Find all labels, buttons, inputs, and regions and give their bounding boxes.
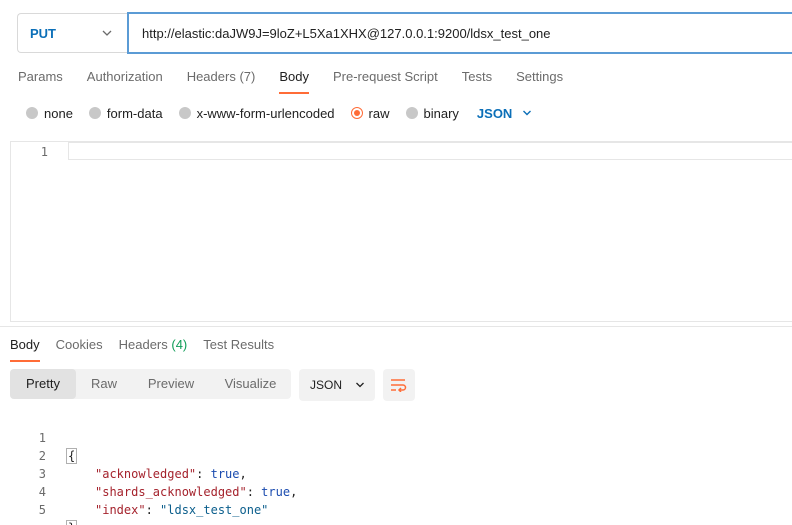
radio-label: none: [44, 105, 73, 121]
tab-label: Test Results: [203, 337, 275, 352]
request-body-editor[interactable]: 1: [10, 141, 792, 322]
tab-response-headers[interactable]: Headers (4): [119, 336, 188, 362]
tab-label: Headers: [186, 69, 236, 84]
tab-authorization[interactable]: Authorization: [87, 68, 163, 94]
tab-label: Pre-request Script: [332, 69, 438, 84]
json-trail: ,: [290, 485, 298, 499]
code-line: 2 "acknowledged": true,: [0, 429, 247, 481]
tab-label: Settings: [516, 69, 564, 84]
close-brace: }: [66, 520, 78, 525]
code-line: 3 "shards_acknowledged": true,: [0, 447, 298, 499]
radio-button[interactable]: [26, 107, 38, 119]
wrap-lines-button[interactable]: [383, 369, 415, 401]
radio-raw[interactable]: raw: [350, 105, 390, 121]
code-line: 4 "index": "ldsx_test_one": [0, 465, 269, 517]
pane-divider[interactable]: [0, 326, 792, 327]
tab-body[interactable]: Body: [279, 68, 309, 94]
open-brace: {: [66, 448, 78, 464]
radio-button[interactable]: [178, 107, 191, 119]
tab-label: Params: [18, 69, 63, 84]
tab-count: (4): [171, 337, 188, 352]
view-visualize-button[interactable]: Visualize: [210, 369, 291, 399]
line-number: 5: [38, 503, 46, 517]
response-view-mode: Pretty Raw Preview Visualize: [10, 369, 291, 399]
radio-form-data[interactable]: form-data: [88, 105, 163, 121]
tab-label: Body: [10, 337, 40, 352]
tab-tests[interactable]: Tests: [462, 68, 492, 94]
response-format-select[interactable]: JSON: [299, 369, 375, 401]
tab-label: Authorization: [86, 69, 163, 84]
json-key: "shards_acknowledged": [95, 485, 247, 499]
chevron-down-icon: [356, 382, 364, 388]
radio-button-checked[interactable]: [350, 107, 363, 119]
tab-test-results[interactable]: Test Results: [203, 336, 274, 362]
tab-label: Tests: [461, 69, 493, 84]
radio-label: form-data: [106, 105, 163, 121]
code-line: 5 }: [0, 483, 78, 525]
tab-pre-request-script[interactable]: Pre-request Script: [333, 68, 438, 94]
response-tabs: Body Cookies Headers (4) Test Results: [10, 336, 290, 362]
radio-label: raw: [368, 105, 390, 121]
tab-label: Cookies: [55, 337, 103, 352]
tab-label: Headers: [118, 337, 168, 352]
url-field[interactable]: [127, 12, 792, 54]
response-format-label: JSON: [310, 378, 343, 392]
radio-none[interactable]: none: [26, 106, 73, 121]
json-value: true: [261, 485, 291, 499]
tab-cookies[interactable]: Cookies: [56, 336, 103, 362]
chevron-down-icon: [523, 110, 532, 116]
view-preview-button[interactable]: Preview: [132, 369, 210, 399]
tab-headers[interactable]: Headers (7): [187, 68, 256, 94]
tab-label: Body: [279, 69, 309, 84]
tab-count: (7): [239, 69, 256, 84]
code-line: 1 {: [0, 411, 78, 464]
json-trail: ,: [239, 467, 247, 481]
method-select[interactable]: PUT: [17, 13, 127, 53]
tab-params[interactable]: Params: [18, 68, 63, 94]
view-raw-button[interactable]: Raw: [76, 369, 132, 399]
radio-button[interactable]: [88, 107, 101, 119]
request-tabs: Params Authorization Headers (7) Body Pr…: [18, 68, 587, 94]
json-value: true: [210, 467, 240, 481]
json-key: "index": [95, 503, 146, 517]
view-pretty-button[interactable]: Pretty: [10, 369, 76, 399]
method-label: PUT: [30, 25, 56, 41]
radio-label: x-www-form-urlencoded: [196, 105, 335, 121]
radio-button[interactable]: [405, 107, 418, 119]
body-type-options: none form-data x-www-form-urlencoded raw…: [26, 104, 532, 122]
editor-active-line[interactable]: [68, 142, 792, 160]
json-value: "ldsx_test_one": [160, 503, 269, 517]
line-number: 1: [40, 145, 48, 159]
json-key: "acknowledged": [95, 467, 197, 481]
tab-settings[interactable]: Settings: [516, 68, 563, 94]
url-input[interactable]: [142, 25, 792, 41]
wrap-lines-icon: [391, 379, 407, 392]
body-format-label: JSON: [476, 105, 513, 121]
chevron-down-icon: [102, 30, 112, 36]
radio-binary[interactable]: binary: [405, 105, 459, 121]
body-format-select[interactable]: JSON: [477, 106, 532, 121]
tab-response-body[interactable]: Body: [10, 336, 40, 362]
radio-label: binary: [423, 105, 459, 121]
radio-x-www-form-urlencoded[interactable]: x-www-form-urlencoded: [178, 105, 335, 121]
